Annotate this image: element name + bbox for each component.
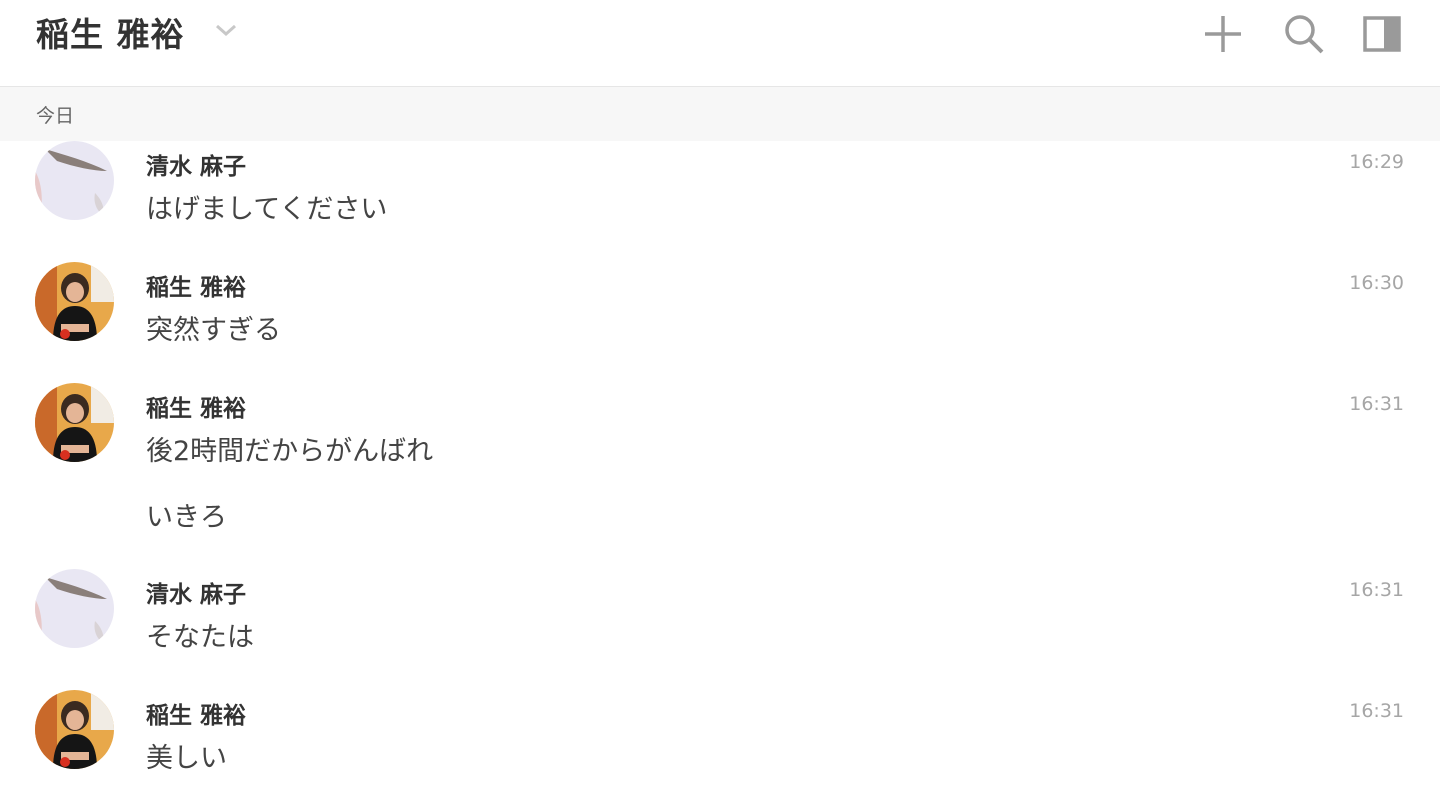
message-time: 16:29 (1349, 151, 1404, 173)
date-divider-label: 今日 (36, 105, 75, 127)
avatar[interactable] (35, 141, 114, 220)
message-time: 16:31 (1349, 393, 1404, 415)
sender-name: 稲生 雅裕 (146, 703, 247, 729)
sender-name: 清水 麻子 (146, 154, 247, 180)
avatar[interactable] (35, 569, 114, 648)
message-text: 突然すぎる (146, 315, 281, 346)
sender-name: 稲生 雅裕 (146, 396, 247, 422)
plus-icon[interactable] (1201, 12, 1245, 56)
chevron-down-icon[interactable] (212, 18, 240, 42)
sender-name: 稲生 雅裕 (146, 275, 247, 301)
message-time: 16:31 (1349, 579, 1404, 601)
search-icon[interactable] (1282, 12, 1326, 56)
avatar[interactable] (35, 690, 114, 769)
message-time: 16:31 (1349, 700, 1404, 722)
message-text: 美しい (146, 743, 227, 774)
date-divider: 今日 (0, 87, 1440, 141)
avatar[interactable] (35, 383, 114, 462)
panel-toggle-icon[interactable] (1361, 12, 1405, 56)
sender-name: 清水 麻子 (146, 582, 247, 608)
chat-header: 稲生 雅裕 (0, 0, 1440, 87)
message-text: そなたは (146, 622, 254, 653)
message-text: はげましてください (146, 194, 388, 225)
chat-title[interactable]: 稲生 雅裕 (36, 8, 185, 56)
message-time: 16:30 (1349, 272, 1404, 294)
message-text: 後2時間だからがんばれ (146, 436, 434, 467)
avatar[interactable] (35, 262, 114, 341)
message-text: いきろ (146, 502, 227, 533)
